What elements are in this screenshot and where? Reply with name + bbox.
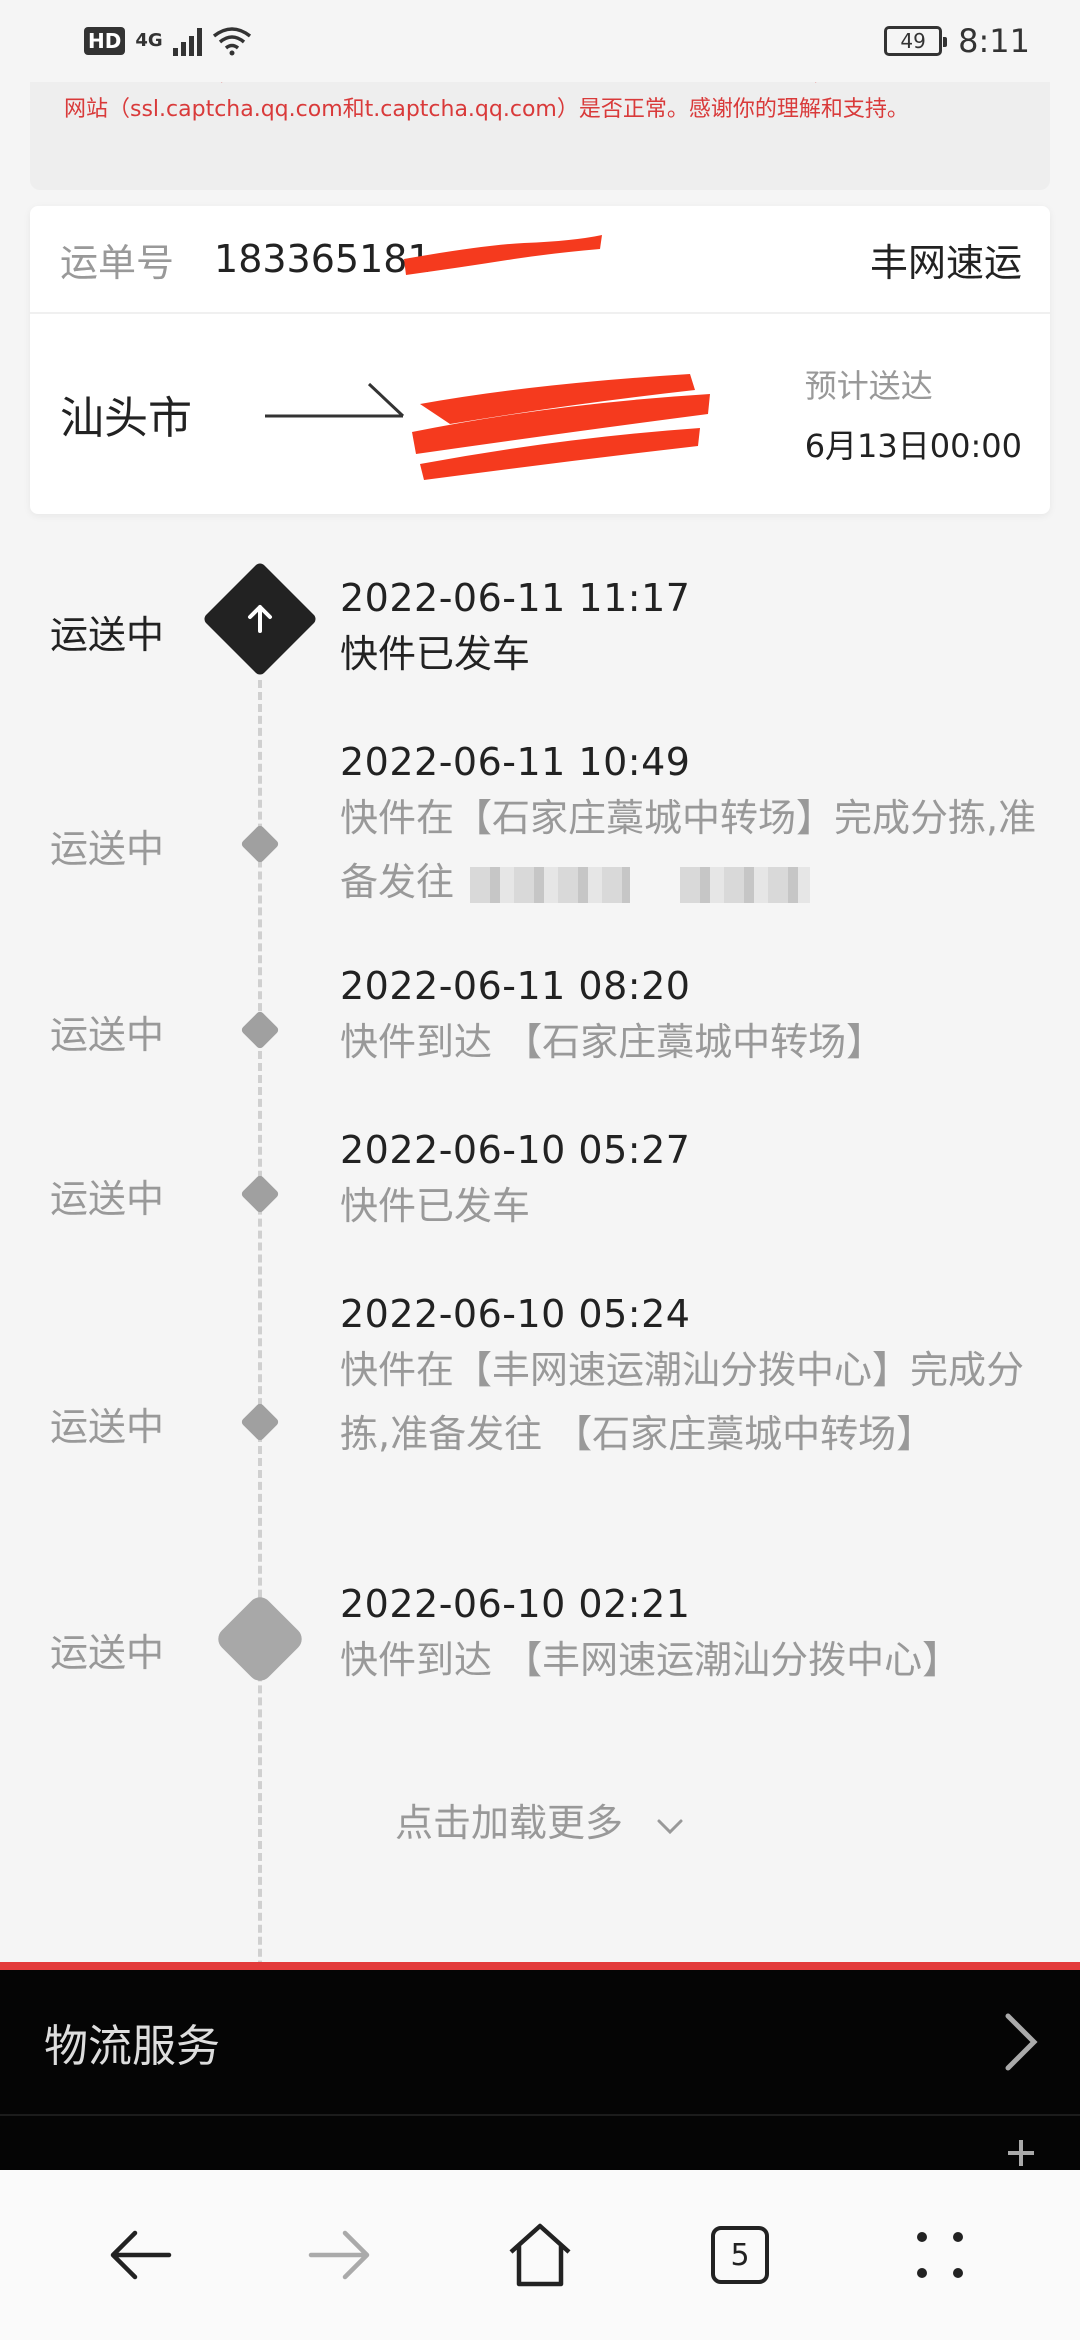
timeline-content: 2022-06-10 05:27 快件已发车 xyxy=(340,1128,1040,1238)
notice-text: 为提升用户体验，系统将采用新版腾讯滑块验证码。如果滑块验证码功能异常，请确认访问… xyxy=(64,82,1010,122)
redaction-mark xyxy=(404,235,603,275)
timeline-desc: 快件已发车 xyxy=(340,1184,531,1228)
timeline-content: 2022-06-11 08:20 快件到达 【石家庄藁城中转场】 xyxy=(340,964,1040,1074)
timeline-content: 2022-06-10 02:21 快件到达 【丰网速运潮汕分拨中心】 xyxy=(340,1582,1040,1692)
logistics-service-row[interactable]: 物流服务 xyxy=(0,1970,1080,2116)
network-type: 4G xyxy=(135,30,163,51)
back-button[interactable] xyxy=(85,2200,195,2310)
waybill-row: 运单号 183365181 丰网速运 xyxy=(30,206,1050,314)
timeline-desc: 快件到达 【丰网速运潮汕分拨中心】 xyxy=(340,1638,961,1682)
status-right: 49 8:11 xyxy=(884,22,1030,60)
timeline-marker xyxy=(240,1174,280,1214)
timeline-content: 2022-06-11 11:17 快件已发车 xyxy=(340,576,1040,686)
eta-block: 预计送达 6月13日00:00 xyxy=(805,361,1022,467)
timeline-marker xyxy=(240,1010,280,1050)
menu-dots-icon xyxy=(917,2232,963,2278)
clock: 8:11 xyxy=(958,22,1030,60)
timeline-status: 运送中 xyxy=(50,1013,165,1057)
timeline-desc: 快件已发车 xyxy=(340,632,531,676)
home-icon xyxy=(509,2223,571,2287)
browser-nav: 5 xyxy=(0,2170,1080,2340)
blurred-text xyxy=(470,866,631,903)
from-city: 汕头市 xyxy=(60,393,192,444)
timeline-origin-marker xyxy=(213,1592,307,1686)
timeline-time: 2022-06-11 10:49 xyxy=(340,740,691,784)
blurred-text xyxy=(680,866,811,903)
waybill-label: 运单号 xyxy=(60,240,175,285)
timeline-status: 运送中 xyxy=(50,1405,165,1449)
carrier-name: 丰网速运 xyxy=(869,240,1022,285)
tab-count-icon: 5 xyxy=(711,2226,769,2284)
status-left: HD 4G xyxy=(84,26,252,56)
waybill-number-text: 183365181 xyxy=(214,237,432,281)
chevron-down-icon xyxy=(657,1819,683,1834)
eta-value: 6月13日00:00 xyxy=(804,427,1022,465)
arrow-left-icon xyxy=(110,2230,172,2280)
waybill-number[interactable]: 183365181 xyxy=(214,235,603,281)
timeline-time: 2022-06-10 05:27 xyxy=(340,1128,691,1172)
wifi-icon xyxy=(212,27,251,56)
load-more-button[interactable]: 点击加载更多 xyxy=(0,1792,1080,1847)
tabs-button[interactable]: 5 xyxy=(685,2200,795,2310)
route-arrow-icon xyxy=(265,382,405,418)
eta-label: 预计送达 xyxy=(804,367,933,405)
timeline-desc: 快件到达 【石家庄藁城中转场】 xyxy=(340,1020,885,1064)
services-section: 物流服务 xyxy=(0,1970,1080,2170)
menu-button[interactable] xyxy=(885,2200,995,2310)
load-more-label: 点击加载更多 xyxy=(394,1801,623,1845)
divider-strip xyxy=(0,1962,1080,1970)
arrow-right-icon xyxy=(308,2230,370,2280)
timeline-status: 运送中 xyxy=(50,1177,165,1221)
plus-icon xyxy=(1008,2140,1034,2166)
timeline-desc-wrap: 快件在【石家庄藁城中转场】完成分拣,准备发往 xyxy=(340,786,1040,914)
hd-badge: HD xyxy=(84,27,126,55)
battery-level: 49 xyxy=(900,29,926,53)
signal-icon xyxy=(172,26,202,56)
home-button[interactable] xyxy=(485,2200,595,2310)
timeline-time: 2022-06-10 02:21 xyxy=(340,1582,691,1626)
forward-button[interactable] xyxy=(285,2200,395,2310)
waybill-card: 运单号 183365181 丰网速运 汕头市 预计送达 6月13日00:00 xyxy=(30,206,1050,514)
timeline-time: 2022-06-11 11:17 xyxy=(340,576,691,620)
timeline-status: 运送中 xyxy=(50,827,165,871)
service-row-partial[interactable] xyxy=(0,2116,1080,2170)
timeline-content: 2022-06-11 10:49 快件在【石家庄藁城中转场】完成分拣,准备发往 xyxy=(340,740,1040,914)
captcha-notice: 为提升用户体验，系统将采用新版腾讯滑块验证码。如果滑块验证码功能异常，请确认访问… xyxy=(30,82,1050,190)
timeline-time: 2022-06-11 08:20 xyxy=(340,964,691,1008)
timeline-status: 运送中 xyxy=(50,1631,165,1675)
timeline-marker xyxy=(240,1402,280,1442)
arrow-up-icon xyxy=(248,605,272,633)
status-bar: HD 4G 49 8:11 xyxy=(0,0,1080,82)
redaction-mark xyxy=(412,374,710,480)
timeline-marker xyxy=(240,824,280,864)
battery-icon: 49 xyxy=(884,26,948,56)
chevron-right-icon xyxy=(1005,2013,1038,2071)
timeline-desc: 快件在【丰网速运潮汕分拨中心】完成分拣,准备发往 【石家庄藁城中转场】 xyxy=(340,1348,1025,1456)
tab-count: 5 xyxy=(730,2237,750,2273)
route-row: 汕头市 预计送达 6月13日00:00 xyxy=(30,314,1050,514)
logistics-service-label: 物流服务 xyxy=(44,2021,220,2072)
timeline-time: 2022-06-10 05:24 xyxy=(340,1292,691,1336)
timeline-content: 2022-06-10 05:24 快件在【丰网速运潮汕分拨中心】完成分拣,准备发… xyxy=(340,1292,1040,1466)
timeline-status: 运送中 xyxy=(50,613,165,657)
